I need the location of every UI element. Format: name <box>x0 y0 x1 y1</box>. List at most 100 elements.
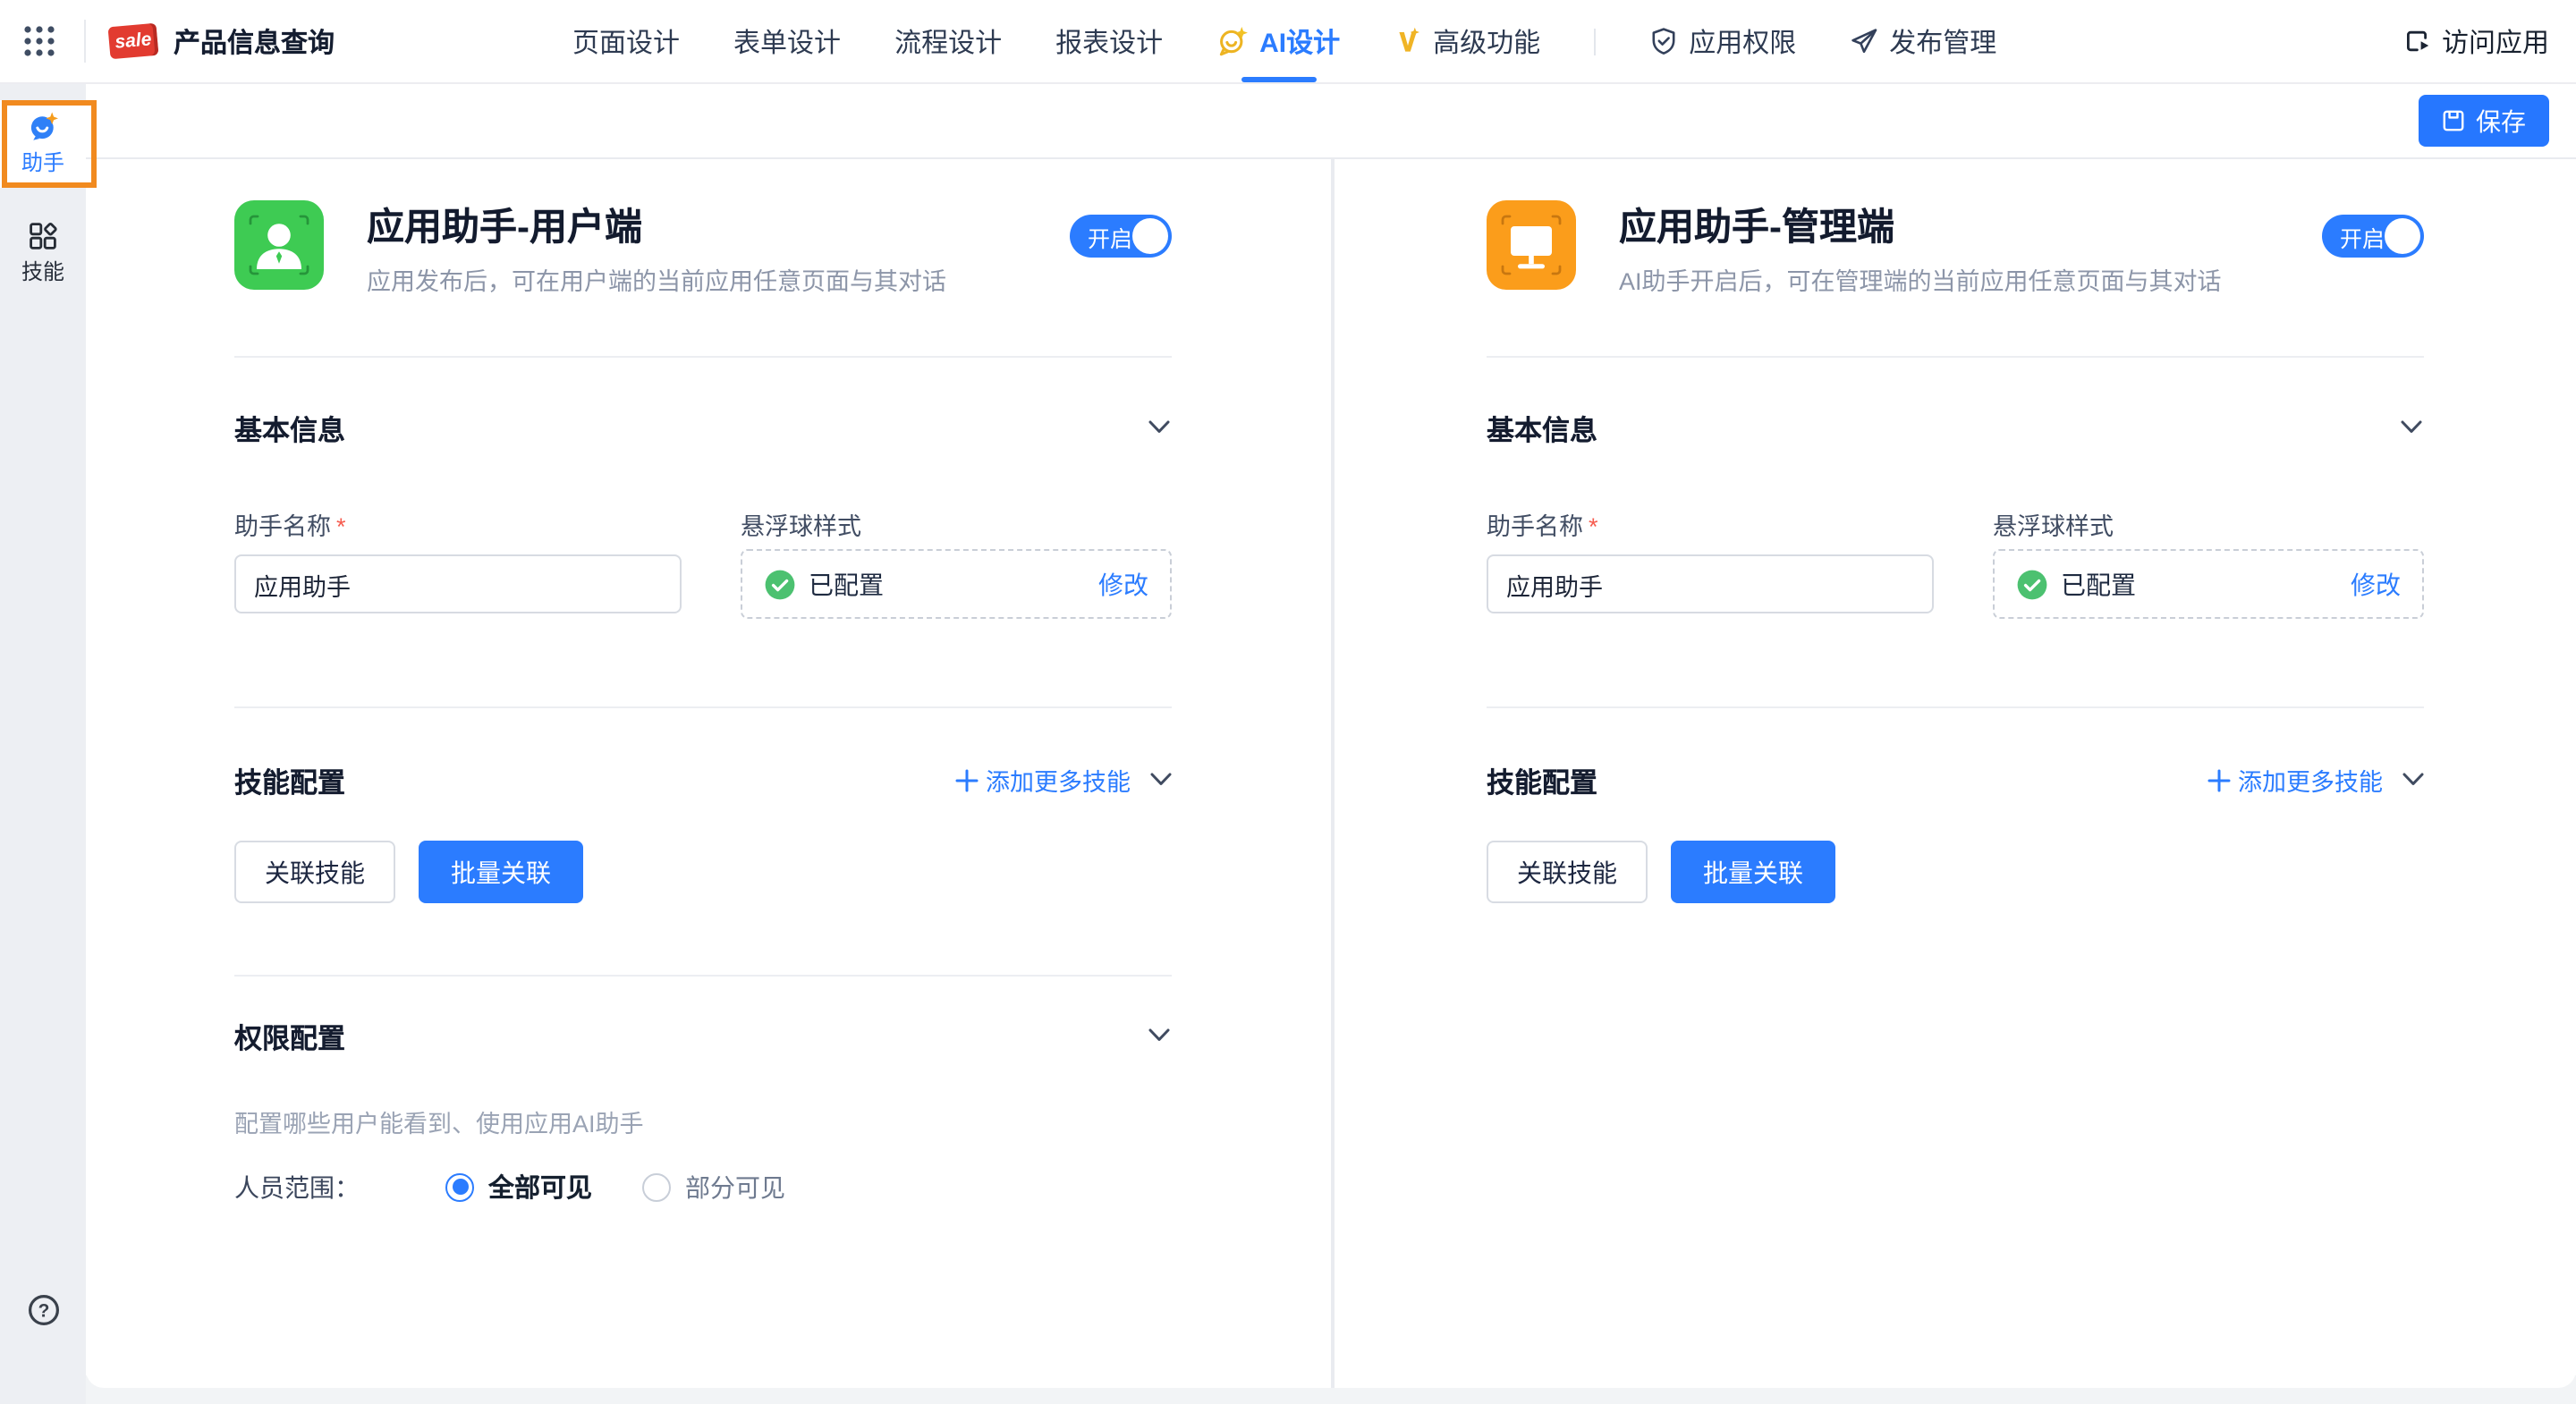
check-circle-icon <box>764 568 796 600</box>
radio-all-visible[interactable] <box>445 1172 474 1201</box>
editor-toolbar: 保存 <box>86 84 2576 159</box>
left-sidebar: 助手 技能 ? <box>0 84 86 1404</box>
assistant-name-input[interactable] <box>1487 554 1934 613</box>
sidebar-item-label: 助手 <box>21 147 64 177</box>
panel-divider <box>1331 159 1335 1388</box>
chevron-down-icon[interactable] <box>2402 773 2424 787</box>
skills-header-actions: 添加更多技能 <box>2207 762 2424 798</box>
main-content: 应用助手-用户端 应用发布后，可在用户端的当前应用任意页面与其对话 开启 基本信… <box>86 159 2576 1388</box>
plus-icon <box>955 768 979 791</box>
top-nav: 页面设计 表单设计 流程设计 报表设计 AI设计 高级功能 <box>572 0 1996 82</box>
app-logo-text: sale <box>114 29 153 53</box>
panel-user-assistant: 应用助手-用户端 应用发布后，可在用户端的当前应用任意页面与其对话 开启 基本信… <box>234 159 1172 1388</box>
permission-description: 配置哪些用户能看到、使用应用AI助手 <box>234 1104 644 1139</box>
tab-app-permission[interactable]: 应用权限 <box>1649 0 1796 82</box>
link-skill-button[interactable]: 关联技能 <box>234 841 395 903</box>
option-partial-visible-label[interactable]: 部分可见 <box>685 1169 785 1205</box>
paper-plane-icon <box>1850 27 1878 55</box>
save-floppy-icon <box>2442 109 2465 132</box>
scope-row: 人员范围： 全部可见 部分可见 <box>234 1168 785 1205</box>
panel-title: 应用助手-管理端 <box>1619 199 1894 252</box>
required-mark: * <box>1589 513 1598 540</box>
section-divider <box>234 356 1172 358</box>
top-bar-left: sale 产品信息查询 <box>21 0 335 82</box>
check-circle-icon <box>2016 568 2048 600</box>
modify-link[interactable]: 修改 <box>2351 566 2401 602</box>
chevron-down-icon[interactable] <box>1148 420 1170 435</box>
active-tab-indicator <box>1241 77 1316 82</box>
top-bar-divider <box>84 20 86 63</box>
skills-config-heading: 技能配置 <box>234 762 345 801</box>
app-name: 产品信息查询 <box>174 22 335 60</box>
app-grid-icon[interactable] <box>21 23 57 59</box>
section-divider <box>1487 356 2424 358</box>
tab-report-design[interactable]: 报表设计 <box>1055 0 1163 82</box>
section-divider <box>1487 706 2424 708</box>
enable-toggle[interactable]: 开启 <box>2322 215 2424 258</box>
sidebar-item-skills[interactable]: 技能 <box>0 213 86 295</box>
float-ball-config-box: 已配置 修改 <box>741 549 1172 619</box>
skills-blocks-icon <box>29 222 57 250</box>
help-question-icon: ? <box>26 1293 60 1327</box>
section-divider <box>234 975 1172 977</box>
svg-text:?: ? <box>38 1301 49 1322</box>
toggle-knob <box>1132 218 1168 254</box>
user-assistant-icon <box>234 200 324 290</box>
basic-info-heading: 基本信息 <box>234 410 345 449</box>
sidebar-item-label: 技能 <box>21 256 64 286</box>
chevron-down-icon[interactable] <box>2401 420 2422 435</box>
panel-admin-assistant: 应用助手-管理端 AI助手开启后，可在管理端的当前应用任意页面与其对话 开启 基… <box>1487 159 2424 1388</box>
admin-assistant-icon <box>1487 200 1576 290</box>
top-bar: sale 产品信息查询 页面设计 表单设计 流程设计 报表设计 AI设计 <box>0 0 2576 84</box>
modify-link[interactable]: 修改 <box>1098 566 1148 602</box>
configured-status: 已配置 <box>2061 566 2136 602</box>
scope-label: 人员范围： <box>234 1169 360 1205</box>
tab-advanced-features[interactable]: 高级功能 <box>1394 0 1540 82</box>
skills-buttons: 关联技能 批量关联 <box>234 841 583 903</box>
panel-subtitle: AI助手开启后，可在管理端的当前应用任意页面与其对话 <box>1619 261 2222 297</box>
app-logo: sale <box>108 23 159 60</box>
required-mark: * <box>336 513 346 540</box>
batch-link-button[interactable]: 批量关联 <box>1671 841 1835 903</box>
batch-link-button[interactable]: 批量关联 <box>419 841 583 903</box>
chevron-down-icon[interactable] <box>1148 1028 1170 1043</box>
assistant-name-label: 助手名称* <box>1487 506 1598 542</box>
enable-toggle[interactable]: 开启 <box>1070 215 1172 258</box>
basic-info-heading: 基本信息 <box>1487 410 1597 449</box>
assistant-chat-bubble-icon <box>28 111 58 141</box>
radio-partial-visible[interactable] <box>642 1172 671 1201</box>
open-app-icon <box>2402 27 2431 55</box>
configured-status: 已配置 <box>809 566 884 602</box>
assistant-name-input[interactable] <box>234 554 682 613</box>
tab-form-design[interactable]: 表单设计 <box>733 0 841 82</box>
ai-chat-bubble-icon <box>1216 25 1249 57</box>
float-ball-style-label: 悬浮球样式 <box>741 506 861 542</box>
advanced-sparkle-icon <box>1394 27 1422 55</box>
tab-page-design[interactable]: 页面设计 <box>572 0 680 82</box>
add-more-skills-link[interactable]: 添加更多技能 <box>2207 762 2383 798</box>
tab-ai-design[interactable]: AI设计 <box>1216 0 1340 82</box>
help-button[interactable]: ? <box>0 1293 86 1327</box>
tab-flow-design[interactable]: 流程设计 <box>894 0 1002 82</box>
sidebar-item-assistant[interactable]: 助手 <box>0 100 86 188</box>
panel-title: 应用助手-用户端 <box>367 199 642 252</box>
section-divider <box>234 706 1172 708</box>
shield-check-icon <box>1649 27 1678 55</box>
add-more-skills-link[interactable]: 添加更多技能 <box>955 762 1131 798</box>
assistant-name-label: 助手名称* <box>234 506 346 542</box>
tab-publish-management[interactable]: 发布管理 <box>1850 0 1996 82</box>
plus-icon <box>2207 768 2231 791</box>
save-button[interactable]: 保存 <box>2419 95 2549 147</box>
option-all-visible-label[interactable]: 全部可见 <box>488 1168 592 1205</box>
float-ball-style-label: 悬浮球样式 <box>1993 506 2114 542</box>
skills-header-actions: 添加更多技能 <box>955 762 1172 798</box>
panel-subtitle: 应用发布后，可在用户端的当前应用任意页面与其对话 <box>367 261 946 297</box>
link-skill-button[interactable]: 关联技能 <box>1487 841 1648 903</box>
float-ball-config-box: 已配置 修改 <box>1993 549 2424 619</box>
access-app-button[interactable]: 访问应用 <box>2402 0 2549 82</box>
nav-group-divider <box>1594 28 1596 55</box>
skills-buttons: 关联技能 批量关联 <box>1487 841 1835 903</box>
permission-config-heading: 权限配置 <box>234 1018 345 1057</box>
toggle-knob <box>2385 218 2420 254</box>
chevron-down-icon[interactable] <box>1150 773 1172 787</box>
